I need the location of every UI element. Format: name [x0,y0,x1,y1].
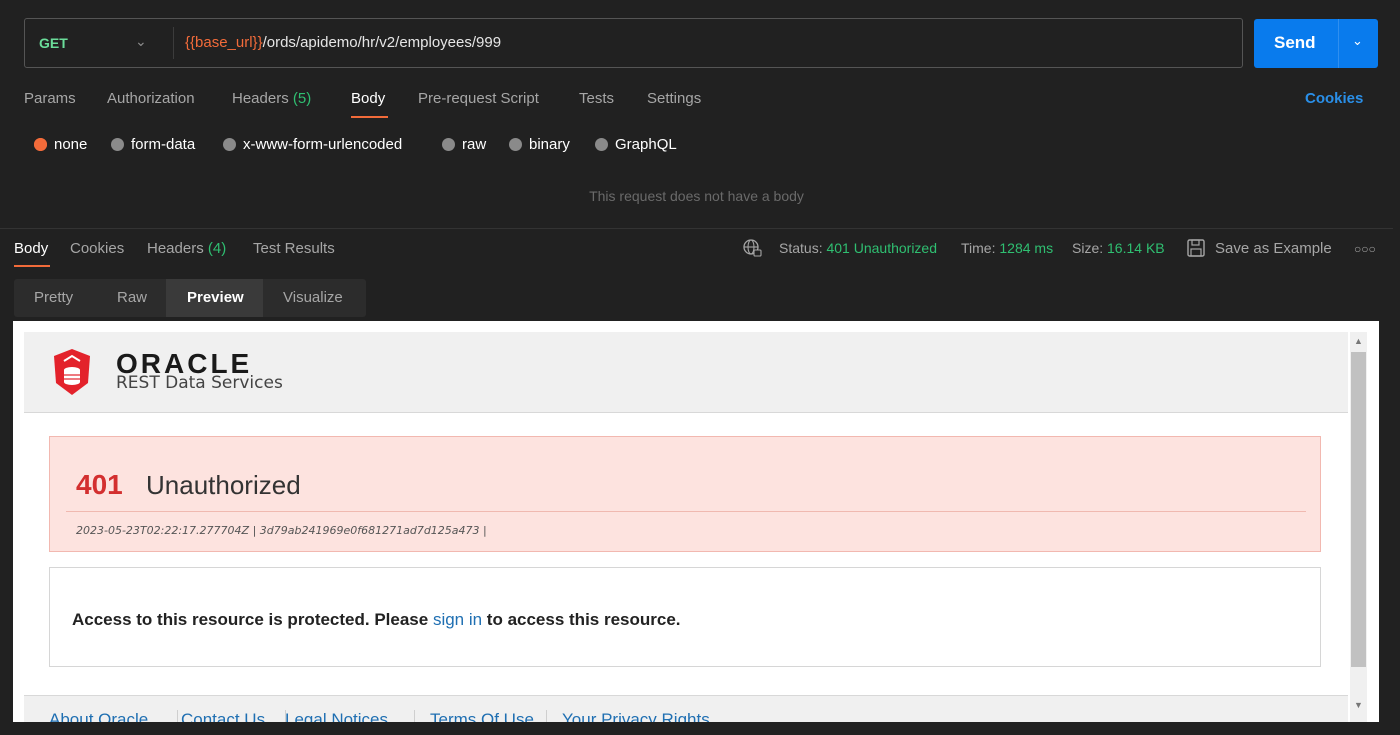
status-readout: Status: 401 Unauthorized [779,240,937,256]
tab-params[interactable]: Params [24,90,76,107]
response-preview: ORACLE REST Data Services 401 Unauthoriz… [13,321,1379,722]
response-tab-test-results[interactable]: Test Results [253,240,335,257]
scroll-down-arrow-icon[interactable]: ▼ [1354,700,1363,710]
error-panel: 401 Unauthorized 2023-05-23T02:22:17.277… [49,436,1321,552]
error-trace-id: 2023-05-23T02:22:17.277704Z | 3d79ab2419… [76,524,487,537]
status-label: Status: [779,240,823,256]
footer-link-privacy-rights[interactable]: Your Privacy Rights [562,710,710,722]
ords-shield-logo-icon [54,349,90,395]
radio-label: raw [462,136,487,153]
divider [0,228,1393,229]
size-label: Size: [1072,240,1104,256]
cookies-link[interactable]: Cookies [1305,90,1363,107]
message-text: Access to this resource is protected. Pl… [72,610,433,629]
time-value[interactable]: 1284 ms [999,240,1053,256]
response-tab-headers[interactable]: Headers (4) [147,240,226,257]
chevron-down-icon[interactable]: ⌄ [135,33,147,50]
divider [1338,19,1339,68]
mode-pretty[interactable]: Pretty [34,289,73,306]
radio-label: none [54,136,88,153]
response-tab-body[interactable]: Body [14,240,48,257]
save-as-example-button[interactable]: Save as Example [1215,240,1332,257]
footer-link-terms-of-use[interactable]: Terms Of Use [430,710,534,722]
footer-link-about-oracle[interactable]: About Oracle [49,710,148,722]
size-value[interactable]: 16.14 KB [1107,240,1165,256]
mode-raw[interactable]: Raw [117,289,147,306]
size-readout: Size: 16.14 KB [1072,240,1165,256]
tab-body[interactable]: Body [351,90,385,107]
active-tab-indicator [351,116,388,118]
tab-headers-label: Headers [232,90,289,107]
radio-icon [509,138,522,151]
message-panel: Access to this resource is protected. Pl… [49,567,1321,667]
mode-visualize[interactable]: Visualize [283,289,343,306]
footer-link-contact-us[interactable]: Contact Us [181,710,265,722]
response-tab-cookies[interactable]: Cookies [70,240,124,257]
response-headers-label: Headers [147,240,204,257]
tab-settings[interactable]: Settings [647,90,701,107]
mode-preview[interactable]: Preview [187,289,244,306]
radio-icon [595,138,608,151]
message-text: to access this resource. [482,610,681,629]
time-readout: Time: 1284 ms [961,240,1053,256]
view-mode-selector: Pretty Raw Preview Visualize [14,279,366,317]
ords-header: ORACLE REST Data Services [24,332,1348,413]
time-label: Time: [961,240,996,256]
tab-authorization[interactable]: Authorization [107,90,195,107]
divider [177,710,178,722]
access-message: Access to this resource is protected. Pl… [72,610,681,630]
tab-headers[interactable]: Headers (5) [232,90,311,107]
radio-raw[interactable]: raw [442,136,486,153]
tab-pre-request-script[interactable]: Pre-request Script [418,90,539,107]
tab-tests[interactable]: Tests [579,90,614,107]
ords-footer: About Oracle Contact Us Legal Notices Te… [24,695,1348,722]
preview-scrollbar[interactable]: ▲ ▼ [1350,332,1367,722]
more-options-icon[interactable]: ○○○ [1354,242,1376,256]
error-code: 401 [76,469,123,500]
radio-icon [223,138,236,151]
chevron-down-icon[interactable]: ⌄ [1352,33,1363,49]
divider [414,710,415,722]
method-select[interactable]: GET [39,35,68,51]
divider [546,710,547,722]
radio-none[interactable]: none [34,136,87,153]
url-input[interactable]: {{base_url}}/ords/apidemo/hr/v2/employee… [185,34,501,51]
radio-form-data[interactable]: form-data [111,136,195,153]
headers-count-badge: (5) [292,90,312,107]
radio-label: form-data [131,136,196,153]
network-globe-icon[interactable] [742,238,762,258]
radio-icon [442,138,455,151]
sign-in-link[interactable]: sign in [433,610,482,629]
product-name: REST Data Services [116,373,283,393]
radio-label: binary [529,136,570,153]
headers-count-badge: (4) [207,240,227,257]
scroll-up-arrow-icon[interactable]: ▲ [1354,336,1363,346]
radio-selected-icon [34,138,47,151]
footer-link-legal-notices[interactable]: Legal Notices [285,710,388,722]
url-path: /ords/apidemo/hr/v2/employees/999 [262,34,502,51]
active-tab-indicator [14,265,50,267]
divider [66,511,1306,512]
save-icon[interactable] [1186,238,1206,258]
radio-binary[interactable]: binary [509,136,570,153]
url-bar: GET ⌄ {{base_url}}/ords/apidemo/hr/v2/em… [24,18,1243,68]
radio-label: GraphQL [615,136,677,153]
scrollbar-thumb[interactable] [1351,352,1366,667]
send-label: Send [1274,33,1316,52]
send-button[interactable]: Send ⌄ [1254,19,1378,68]
radio-graphql[interactable]: GraphQL [595,136,677,153]
empty-body-message: This request does not have a body [589,188,804,204]
divider [173,27,174,59]
url-variable: {{base_url}} [185,34,263,51]
radio-label: x-www-form-urlencoded [243,136,403,153]
status-value[interactable]: 401 Unauthorized [826,240,937,256]
radio-x-www-form-urlencoded[interactable]: x-www-form-urlencoded [223,136,402,153]
error-title: Unauthorized [146,470,301,500]
radio-icon [111,138,124,151]
